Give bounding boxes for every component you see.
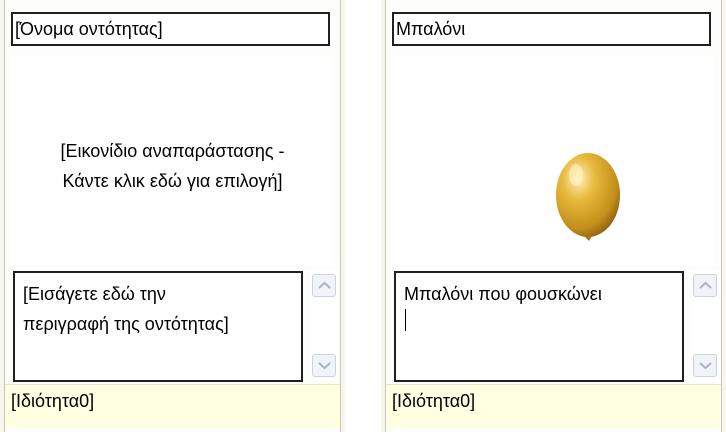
icon-placeholder-line: Κάντε κλικ εδώ για επιλογή] — [62, 171, 283, 191]
description-textarea[interactable]: Μπαλόνι που φουσκώνει — [394, 271, 684, 382]
icon-picker-area[interactable] — [392, 56, 715, 266]
description-container: [Εισάγετε εδώ την περιγραφή της οντότητα… — [13, 271, 340, 383]
entity-card-empty: [Όνομα οντότητας] [Εικονίδιο αναπαράστασ… — [0, 0, 345, 432]
description-line: [Εισάγετε εδώ την — [23, 284, 166, 304]
chevron-down-icon — [318, 362, 331, 370]
scroll-down-button[interactable] — [693, 354, 717, 377]
scroll-down-button[interactable] — [312, 354, 336, 377]
chevron-up-icon — [699, 281, 712, 289]
description-line: περιγραφή της οντότητας] — [23, 314, 229, 334]
icon-picker-area[interactable]: [Εικονίδιο αναπαράστασης - Κάντε κλικ εδ… — [11, 56, 334, 266]
description-line: Μπαλόνι που φουσκώνει — [404, 279, 674, 331]
description-scrollbar[interactable] — [692, 271, 720, 382]
chevron-up-icon — [318, 281, 331, 289]
scroll-up-button[interactable] — [693, 274, 717, 297]
chevron-down-icon — [699, 362, 712, 370]
description-scrollbar[interactable] — [311, 271, 339, 382]
entity-card-balloon: Μπαλόνι Μπαλόνι που φουσκώνει [Ιδιότητα0… — [381, 0, 726, 432]
description-container: Μπαλόνι που φουσκώνει — [394, 271, 721, 383]
entity-name-field[interactable]: Μπαλόνι — [392, 12, 711, 46]
icon-placeholder-text: [Εικονίδιο αναπαράστασης - Κάντε κλικ εδ… — [11, 136, 334, 196]
description-text: Μπαλόνι που φουσκώνει — [404, 284, 602, 304]
description-textarea[interactable]: [Εισάγετε εδώ την περιγραφή της οντότητα… — [13, 271, 303, 382]
scroll-up-button[interactable] — [312, 274, 336, 297]
icon-placeholder-line: [Εικονίδιο αναπαράστασης - — [60, 141, 285, 161]
property-field[interactable]: [Ιδιότητα0] — [386, 384, 721, 428]
text-caret — [405, 309, 406, 331]
entity-name-field[interactable]: [Όνομα οντότητας] — [11, 12, 330, 46]
property-field[interactable]: [Ιδιότητα0] — [5, 384, 340, 428]
